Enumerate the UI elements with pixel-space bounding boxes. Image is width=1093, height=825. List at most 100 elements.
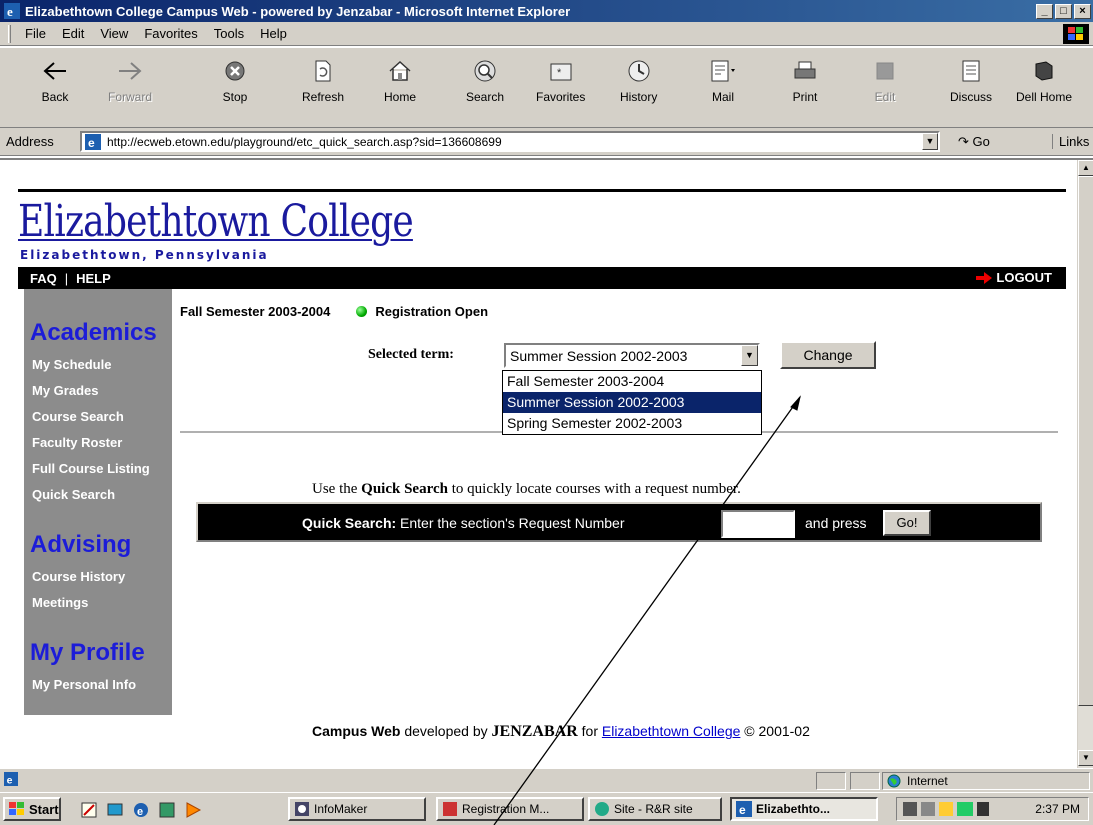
sidebar-item-course-history[interactable]: Course History (32, 569, 125, 584)
menu-file[interactable]: File (17, 26, 54, 41)
task-infomaker[interactable]: InfoMaker (288, 797, 426, 821)
search-button[interactable]: Search (466, 52, 504, 122)
minimize-button[interactable]: _ (1036, 3, 1053, 19)
close-button[interactable]: × (1074, 3, 1091, 19)
tray-volume-icon[interactable] (921, 802, 935, 816)
quick-search-hint: Use the Quick Search to quickly locate c… (312, 481, 741, 497)
windows-logo-icon (1063, 24, 1089, 44)
go-button[interactable]: ↷ Go (958, 134, 990, 150)
sidebar-item-my-schedule[interactable]: My Schedule (32, 357, 111, 372)
refresh-button[interactable]: Refresh (302, 52, 344, 122)
task-registration[interactable]: Registration M... (436, 797, 584, 821)
address-dropdown-icon[interactable]: ▼ (922, 133, 938, 150)
term-status: Fall Semester 2003-2004 Registration Ope… (180, 304, 488, 319)
search-icon (470, 56, 500, 86)
quicklaunch-pen-icon[interactable] (80, 801, 98, 819)
taskbar-clock: 2:37 PM (1035, 802, 1080, 816)
menu-tools[interactable]: Tools (206, 26, 252, 41)
sidebar-item-quick-search[interactable]: Quick Search (32, 487, 115, 502)
sidebar-item-my-personal-info[interactable]: My Personal Info (32, 677, 136, 692)
print-button[interactable]: Print (790, 52, 820, 122)
scroll-up-icon[interactable]: ▲ (1078, 160, 1093, 176)
ie-page-icon: e (85, 133, 101, 150)
college-logo-title: Elizabethtown College (18, 196, 414, 247)
history-button[interactable]: History (620, 52, 657, 122)
term-option[interactable]: Fall Semester 2003-2004 (503, 371, 761, 392)
address-url: http://ecweb.etown.edu/playground/etc_qu… (107, 134, 502, 149)
sidebar-item-faculty-roster[interactable]: Faculty Roster (32, 435, 122, 450)
back-button[interactable]: Back (40, 52, 70, 122)
faq-link[interactable]: FAQ (30, 271, 57, 286)
address-label: Address (6, 134, 54, 149)
term-option[interactable]: Spring Semester 2002-2003 (503, 413, 761, 434)
college-link[interactable]: Elizabethtown College (602, 723, 741, 739)
mail-icon (708, 56, 738, 86)
help-link[interactable]: HELP (76, 271, 111, 286)
term-select[interactable]: Summer Session 2002-2003 ▼ (504, 343, 760, 368)
svg-text:e: e (7, 4, 13, 19)
stop-button[interactable]: Stop (220, 52, 250, 122)
sidebar-item-course-search[interactable]: Course Search (32, 409, 124, 424)
quicklaunch-app-icon[interactable] (158, 801, 176, 819)
menu-view[interactable]: View (92, 26, 136, 41)
quick-search-bar: Quick Search: Enter the section's Reques… (196, 502, 1042, 542)
page-status-icon: e (4, 772, 18, 789)
links-button[interactable]: Links (1052, 134, 1089, 149)
maximize-button[interactable]: □ (1055, 3, 1072, 19)
tray-xsoft-icon[interactable] (957, 802, 973, 816)
status-pane (816, 772, 846, 790)
discuss-button[interactable]: Discuss (950, 52, 992, 122)
logout-link[interactable]: LOGOUT (976, 270, 1052, 285)
menu-favorites[interactable]: Favorites (136, 26, 205, 41)
forward-arrow-icon (115, 56, 145, 86)
sidebar-item-full-course-listing[interactable]: Full Course Listing (32, 461, 150, 476)
chevron-down-icon[interactable]: ▼ (741, 345, 758, 366)
ie-icon: e (4, 3, 20, 19)
sidebar-heading-my-profile: My Profile (30, 639, 145, 666)
tray-network-icon[interactable] (903, 802, 917, 816)
forward-button[interactable]: Forward (108, 52, 152, 122)
and-press-label: and press (805, 515, 867, 531)
start-button[interactable]: Start (3, 797, 61, 821)
printer-icon (790, 56, 820, 86)
request-number-input[interactable] (721, 510, 795, 538)
header-rule (18, 189, 1066, 192)
dell-home-button[interactable]: Dell Home (1016, 52, 1072, 122)
sidebar-item-my-grades[interactable]: My Grades (32, 383, 98, 398)
quicklaunch-ie-icon[interactable]: e (132, 801, 150, 819)
term-select-value: Summer Session 2002-2003 (510, 347, 688, 364)
top-nav-bar: FAQ | HELP LOGOUT (18, 267, 1066, 289)
menu-edit[interactable]: Edit (54, 26, 92, 41)
menu-help[interactable]: Help (252, 26, 295, 41)
tray-lock-icon[interactable] (977, 802, 989, 816)
svg-text:e: e (137, 806, 143, 818)
quicklaunch-desktop-icon[interactable] (106, 801, 124, 819)
term-option-selected[interactable]: Summer Session 2002-2003 (503, 392, 761, 413)
favorites-button[interactable]: * Favorites (536, 52, 585, 122)
window-titlebar[interactable]: e Elizabethtown College Campus Web - pow… (0, 0, 1093, 22)
scroll-down-icon[interactable]: ▼ (1078, 750, 1093, 766)
home-button[interactable]: Home (384, 52, 416, 122)
task-elizabethtown-ie[interactable]: e Elizabethto... (730, 797, 878, 821)
task-site[interactable]: Site - R&R site (588, 797, 722, 821)
svg-text:e: e (739, 803, 746, 817)
system-tray: 2:37 PM (896, 797, 1089, 821)
address-input[interactable]: e http://ecweb.etown.edu/playground/etc_… (80, 131, 940, 152)
status-bar: e Internet (0, 768, 1093, 792)
address-bar: Address e http://ecweb.etown.edu/playgro… (0, 128, 1093, 156)
svg-text:e: e (7, 774, 13, 786)
sidebar-heading-academics: Academics (30, 319, 157, 346)
edit-button[interactable]: Edit (870, 52, 900, 122)
menu-bar: File Edit View Favorites Tools Help (0, 22, 1093, 46)
change-term-button[interactable]: Change (780, 341, 876, 369)
quicklaunch-media-icon[interactable] (184, 801, 202, 819)
quick-search-go-button[interactable]: Go! (883, 510, 931, 536)
stop-icon (220, 56, 250, 86)
sidebar-item-meetings[interactable]: Meetings (32, 595, 88, 610)
mail-button[interactable]: Mail (708, 52, 738, 122)
term-dropdown-list: Fall Semester 2003-2004 Summer Session 2… (502, 370, 762, 435)
scroll-thumb[interactable] (1078, 176, 1093, 706)
nav-separator: | (64, 270, 69, 286)
vertical-scrollbar[interactable]: ▲ ▼ (1077, 160, 1093, 768)
tray-app-icon[interactable] (939, 802, 953, 816)
